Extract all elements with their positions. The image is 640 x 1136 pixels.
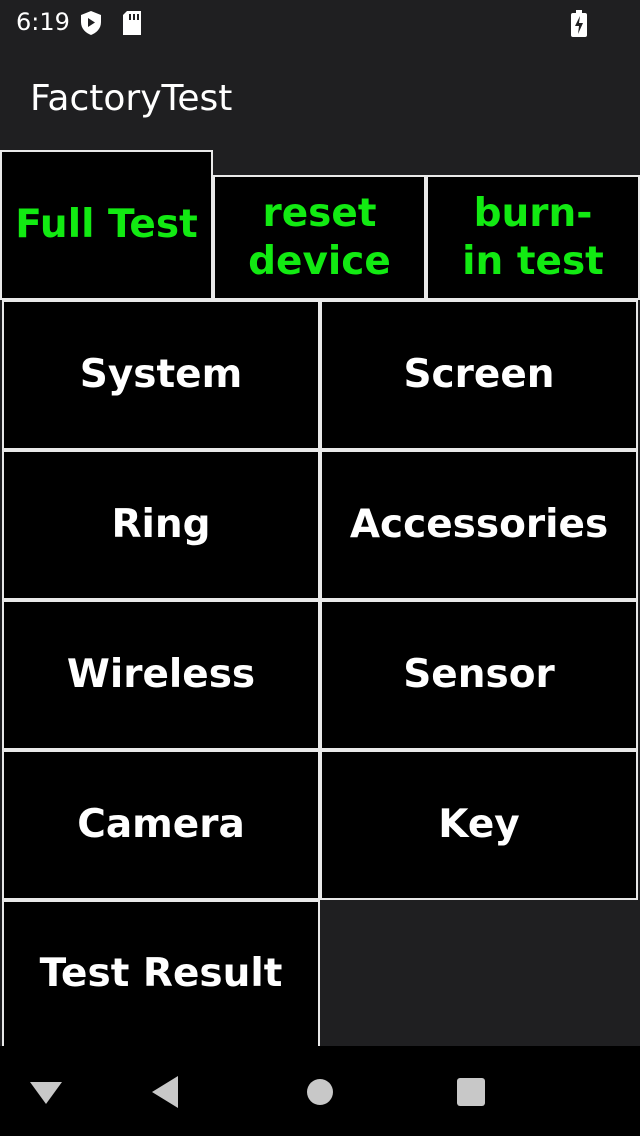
screen-label: Screen <box>403 352 555 397</box>
wireless-label: Wireless <box>66 652 256 697</box>
full-test-label: Full Test <box>15 202 198 247</box>
screen-button[interactable]: Screen <box>320 300 638 450</box>
collapse-triangle-icon[interactable] <box>22 1068 70 1116</box>
app-bar: FactoryTest <box>0 48 640 150</box>
wireless-button[interactable]: Wireless <box>2 600 320 750</box>
reset-device-button[interactable]: reset device <box>213 175 426 300</box>
recents-icon[interactable] <box>447 1068 495 1116</box>
app-title: FactoryTest <box>30 78 233 119</box>
test-result-button[interactable]: Test Result <box>2 900 320 1046</box>
status-bar: 6:19 <box>0 0 640 48</box>
system-label: System <box>79 352 243 397</box>
key-button[interactable]: Key <box>320 750 638 900</box>
back-icon[interactable] <box>142 1068 190 1116</box>
home-icon[interactable] <box>296 1068 344 1116</box>
sensor-label: Sensor <box>403 652 555 697</box>
ring-label: Ring <box>111 502 211 547</box>
battery-charging-icon <box>571 10 587 37</box>
burn-in-test-label: burn-in test <box>462 190 604 284</box>
accessories-button[interactable]: Accessories <box>320 450 638 600</box>
shield-icon <box>81 11 101 35</box>
full-test-button[interactable]: Full Test <box>0 150 213 300</box>
sensor-button[interactable]: Sensor <box>320 600 638 750</box>
ring-button[interactable]: Ring <box>2 450 320 600</box>
burn-in-test-button[interactable]: burn-in test <box>426 175 640 300</box>
navigation-bar <box>0 1046 640 1136</box>
reset-device-label: reset device <box>248 190 391 284</box>
status-time: 6:19 <box>16 8 70 36</box>
test-result-label: Test Result <box>39 951 283 996</box>
camera-button[interactable]: Camera <box>2 750 320 900</box>
key-label: Key <box>438 802 520 847</box>
accessories-label: Accessories <box>349 502 609 547</box>
sd-card-icon <box>123 11 141 35</box>
system-button[interactable]: System <box>2 300 320 450</box>
camera-label: Camera <box>77 802 245 847</box>
